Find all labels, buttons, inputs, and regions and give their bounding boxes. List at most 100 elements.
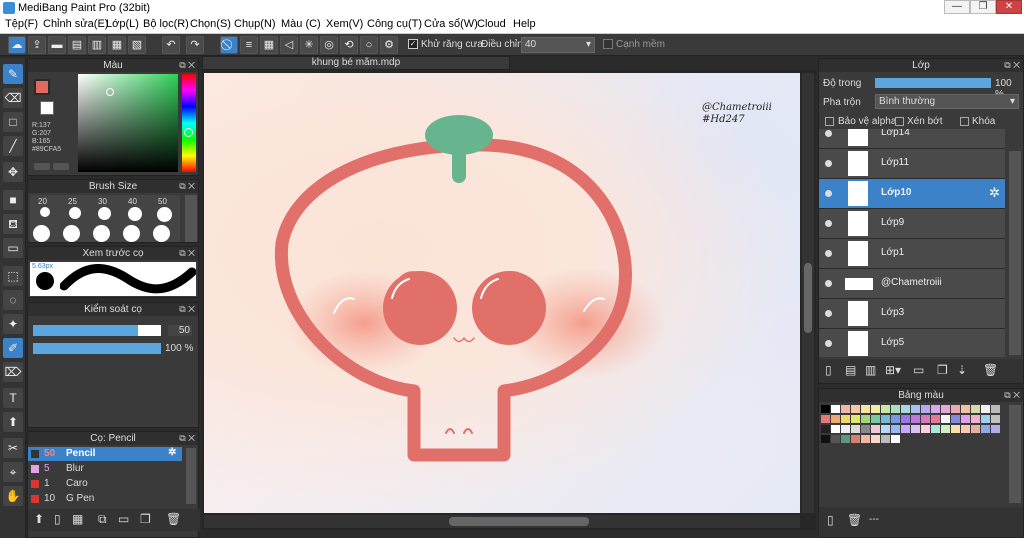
folder-icon[interactable]: ▭ <box>913 363 924 377</box>
palette-color-swatch[interactable] <box>831 435 840 443</box>
select-eraser-icon[interactable]: ⌦ <box>3 362 23 382</box>
eye-icon[interactable] <box>825 250 832 257</box>
palette-color-swatch[interactable] <box>941 405 950 413</box>
palette-color-swatch[interactable] <box>861 435 870 443</box>
upload-icon[interactable]: ⇪ <box>28 36 46 54</box>
trash-icon[interactable]: 🗑 <box>847 513 862 527</box>
palette-color-swatch[interactable] <box>911 415 920 423</box>
brush-item-gpen[interactable]: 10 G Pen <box>28 492 182 506</box>
palette-color-swatch[interactable] <box>881 405 890 413</box>
panel-close-icon[interactable]: ⧉ ✕ <box>179 59 195 72</box>
document-icon[interactable]: ▥ <box>88 36 106 54</box>
brush-list-scrollbar[interactable] <box>186 448 196 504</box>
panel-close-icon[interactable]: ⧉ ✕ <box>179 303 195 316</box>
vanish-snap-icon[interactable]: ◁ <box>280 36 298 54</box>
brush-size-scrollbar[interactable] <box>185 195 197 242</box>
layer-row[interactable]: @Chametroiii <box>819 269 1005 299</box>
palette-color-swatch[interactable] <box>851 435 860 443</box>
palette-color-swatch[interactable] <box>851 425 860 433</box>
trash-icon[interactable]: 🗑 <box>166 512 181 526</box>
cloud-icon[interactable]: ☁ <box>8 36 26 54</box>
document-tab[interactable]: khung bé mãm.mdp <box>202 56 510 70</box>
size-dot[interactable] <box>63 225 80 242</box>
palette-color-swatch[interactable] <box>981 425 990 433</box>
menu-cloud[interactable]: Cloud <box>477 18 506 30</box>
brush-item-pencil[interactable]: 50 Pencil ✲ <box>28 447 182 461</box>
select-pen-icon[interactable]: ✐ <box>3 338 23 358</box>
layer-scrollbar[interactable] <box>1009 151 1021 355</box>
palette-color-swatch[interactable] <box>981 405 990 413</box>
select-rect-icon[interactable]: ⬚ <box>3 266 23 286</box>
palette-color-swatch[interactable] <box>821 405 830 413</box>
panel-close-icon[interactable]: ⧉ ✕ <box>179 180 195 193</box>
palette-color-swatch[interactable] <box>971 425 980 433</box>
duplicate-layer-icon[interactable]: ❐ <box>937 363 948 377</box>
canvas-hscrollbar[interactable] <box>204 515 800 528</box>
bucket-tool-icon[interactable]: ⛾ <box>3 214 23 234</box>
gradient-tool-icon[interactable]: ▭ <box>3 238 23 258</box>
layer-row[interactable]: Lớp5 <box>819 329 1005 357</box>
size-dot[interactable] <box>69 207 81 219</box>
palette-color-swatch[interactable] <box>961 415 970 423</box>
palette-color-swatch[interactable] <box>971 415 980 423</box>
text-tool-icon[interactable]: T <box>3 388 23 408</box>
circle-snap-icon[interactable]: ◎ <box>320 36 338 54</box>
size-25[interactable]: 25 <box>68 197 77 206</box>
gear-icon[interactable]: ✲ <box>168 447 176 458</box>
drawing-canvas[interactable]: @Chametroiii #Hd247 <box>204 73 800 513</box>
size-20[interactable]: 20 <box>38 197 47 206</box>
redo-icon[interactable]: ↷ <box>186 36 204 54</box>
palette-color-swatch[interactable] <box>981 415 990 423</box>
palette-color-swatch[interactable] <box>821 435 830 443</box>
palette-color-swatch[interactable] <box>831 405 840 413</box>
saturation-value-picker[interactable] <box>78 74 178 172</box>
magic-wand-icon[interactable]: ✦ <box>3 314 23 334</box>
eye-icon[interactable] <box>825 340 832 347</box>
size-40[interactable]: 40 <box>128 197 137 206</box>
eye-icon[interactable] <box>825 310 832 317</box>
add-brush-icon[interactable]: ▦ <box>72 512 83 526</box>
gear-icon[interactable]: ✲ <box>989 185 1000 201</box>
size-dot[interactable] <box>123 225 140 242</box>
palette-color-swatch[interactable] <box>921 425 930 433</box>
size-dot[interactable] <box>153 225 170 242</box>
palette-color-swatch[interactable] <box>861 415 870 423</box>
panel-close-icon[interactable]: ⧉ ✕ <box>179 247 195 260</box>
folder-icon[interactable]: ▭ <box>118 512 129 526</box>
palette-color-swatch[interactable] <box>921 405 930 413</box>
palette-color-swatch[interactable] <box>961 405 970 413</box>
new-brush-icon[interactable]: ▯ <box>54 512 61 526</box>
lock-checkbox[interactable] <box>960 117 969 126</box>
palette-color-swatch[interactable] <box>891 435 900 443</box>
palette-color-swatch[interactable] <box>931 415 940 423</box>
background-color-swatch[interactable] <box>40 101 54 115</box>
hand-tool-icon[interactable]: ✋ <box>3 486 23 506</box>
palette-color-swatch[interactable] <box>871 425 880 433</box>
size-50[interactable]: 50 <box>158 197 167 206</box>
layer-opacity-slider[interactable] <box>875 78 991 88</box>
panel-close-icon[interactable]: ⧉ ✕ <box>1004 389 1020 402</box>
palette-color-swatch[interactable] <box>931 425 940 433</box>
line-tool-icon[interactable]: ╱ <box>3 136 23 156</box>
palette-color-swatch[interactable] <box>961 425 970 433</box>
palette-color-swatch[interactable] <box>891 405 900 413</box>
page-icon[interactable]: ▤ <box>68 36 86 54</box>
new-layer-icon[interactable]: ▯ <box>825 363 832 377</box>
size-dot[interactable] <box>40 207 50 217</box>
soft-edge-checkbox[interactable] <box>603 39 613 49</box>
protect-alpha-checkbox[interactable] <box>825 117 834 126</box>
palette-color-swatch[interactable] <box>941 425 950 433</box>
palette-color-swatch[interactable] <box>881 435 890 443</box>
palette-color-swatch[interactable] <box>951 425 960 433</box>
divide-tool-icon[interactable]: ✂ <box>3 438 23 458</box>
palette-color-swatch[interactable] <box>991 425 1000 433</box>
snap-off-icon[interactable]: ⃠ <box>220 36 238 54</box>
layer-row-selected[interactable]: Lớp10 ✲ <box>819 179 1005 209</box>
brush-size-value[interactable]: 50 <box>168 325 192 336</box>
panel-close-icon[interactable]: ⧉ ✕ <box>179 432 195 445</box>
lasso-icon[interactable]: ◌ <box>3 290 23 310</box>
panel-close-icon[interactable]: ⧉ ✕ <box>1004 59 1020 72</box>
brush-tool-icon[interactable]: ✎ <box>3 64 23 84</box>
new-palette-icon[interactable]: ▯ <box>827 513 834 527</box>
palette-color-swatch[interactable] <box>821 415 830 423</box>
